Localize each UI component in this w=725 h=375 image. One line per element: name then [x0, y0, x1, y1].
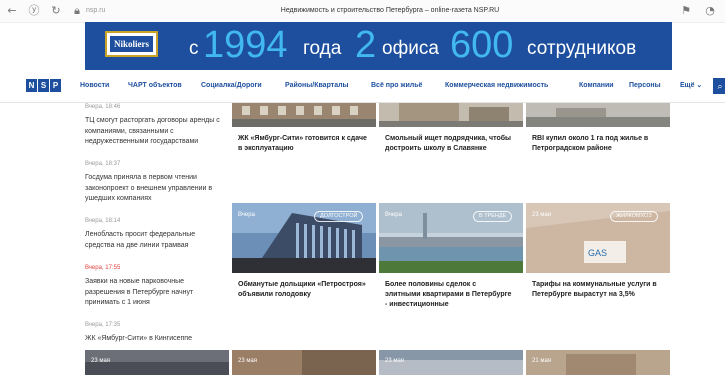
- banner-word-offices: офиса: [382, 38, 439, 59]
- news-card-image[interactable]: 21 мая: [526, 350, 670, 375]
- news-card[interactable]: ЖК «Ямбург-Сити» готовится к сдаче в экс…: [232, 103, 376, 198]
- card-title: Более половины сделок с элитными квартир…: [385, 281, 512, 308]
- card-tag[interactable]: ДОЛГОСТРОЙ: [314, 211, 364, 222]
- card-title: RBI купил около 1 га под жилье в Петрогр…: [532, 135, 649, 152]
- feed-time: Вчера, 18:37: [85, 161, 121, 167]
- feed-time: Вчера, 18:46: [85, 104, 121, 110]
- back-icon[interactable]: ←: [5, 4, 19, 18]
- feed-item[interactable]: Заявки на новые парковочные разрешения в…: [85, 277, 225, 309]
- news-card[interactable]: RBI купил около 1 га под жилье в Петрогр…: [526, 103, 670, 198]
- banner-word-employees: сотрудников: [527, 38, 637, 59]
- card-date: 21 мая: [532, 358, 552, 364]
- nav-item-companies[interactable]: Компании: [579, 80, 614, 92]
- reload-icon[interactable]: ↻: [49, 4, 63, 18]
- lock-icon: 🔒︎: [74, 4, 80, 17]
- search-button[interactable]: ⌕: [713, 78, 725, 94]
- card-date: 23 мая: [385, 358, 405, 364]
- banner-logo: Nikoliers: [105, 31, 158, 57]
- extensions-icon[interactable]: ◔: [703, 4, 717, 18]
- card-title: Тарифы на коммунальные услуги в Петербур…: [532, 281, 657, 298]
- bookmark-icon[interactable]: ⚑: [679, 4, 693, 18]
- card-date: 23 мая: [91, 358, 111, 364]
- browser-toolbar: ← ⓨ ↻ 🔒︎ nsp.ru Недвижимость и строитель…: [0, 0, 725, 23]
- news-card[interactable]: Вчера ДОЛГОСТРОЙ Обманутые дольщики «Пет…: [232, 203, 376, 343]
- search-icon: ⌕: [717, 81, 723, 91]
- nav-item-news[interactable]: Новости: [80, 80, 109, 92]
- news-card[interactable]: Смольный ищет подрядчика, чтобы достроит…: [379, 103, 523, 198]
- card-image: [526, 103, 670, 127]
- page-title: Недвижимость и строительство Петербурга …: [280, 7, 500, 14]
- news-card[interactable]: Вчера В ТРЕНДЕ Более половины сделок с э…: [379, 203, 523, 343]
- nav-item-housing[interactable]: Всё про жильё: [371, 80, 422, 92]
- chevron-down-icon: ⌄: [696, 82, 703, 89]
- feed-time: Вчера, 17:55: [85, 265, 121, 271]
- banner-num-1994: 1994: [203, 24, 288, 66]
- feed-item[interactable]: Госдума приняла в первом чтении законопр…: [85, 173, 225, 205]
- news-card[interactable]: GAS 23 мая ЖИЛКОМХОЗ Тарифы на коммуналь…: [526, 203, 670, 343]
- feed-item[interactable]: ТЦ смогут расторгать договоры аренды с к…: [85, 116, 225, 148]
- nav-item-more[interactable]: Ещё ⌄: [680, 80, 702, 92]
- banner-num-2: 2: [355, 24, 377, 66]
- nav-item-persons[interactable]: Персоны: [629, 80, 661, 92]
- feed-item[interactable]: ЖК «Ямбург-Сити» в Кингисеппе: [85, 334, 225, 345]
- feed-time: Вчера, 17:35: [85, 322, 121, 328]
- card-title: Смольный ищет подрядчика, чтобы достроит…: [385, 135, 512, 152]
- card-date: Вчера: [238, 212, 255, 218]
- banner-word-years: года: [303, 38, 342, 59]
- card-date: 23 мая: [238, 358, 258, 364]
- yandex-icon[interactable]: ⓨ: [27, 4, 41, 18]
- card-date: Вчера: [385, 212, 402, 218]
- ad-banner[interactable]: Nikoliers с 1994 года 2 офиса 600 сотруд…: [85, 22, 672, 70]
- news-card-image[interactable]: 23 мая: [232, 350, 376, 375]
- card-image: [232, 103, 376, 127]
- nav-item-social[interactable]: Социалка/Дороги: [201, 80, 262, 92]
- site-logo[interactable]: N S P: [26, 79, 61, 92]
- feed-item[interactable]: Ленобласть просит федеральные средства н…: [85, 230, 210, 251]
- address-bar[interactable]: nsp.ru: [86, 5, 136, 17]
- feed-time: Вчера, 18:14: [85, 218, 121, 224]
- gas-bill-icon: GAS: [588, 248, 607, 258]
- banner-text-prefix: с: [189, 38, 199, 59]
- main-nav: N S P Новости ЧАРТ объектов Социалка/Дор…: [0, 70, 725, 103]
- nav-item-commercial[interactable]: Коммерческая недвижимость: [445, 80, 548, 92]
- card-title: Обманутые дольщики «Петростроя» объявили…: [238, 281, 366, 298]
- nav-item-chart[interactable]: ЧАРТ объектов: [128, 80, 182, 92]
- news-card-image[interactable]: 23 мая: [85, 350, 229, 375]
- card-tag[interactable]: В ТРЕНДЕ: [473, 211, 513, 222]
- news-card-image[interactable]: 23 мая: [379, 350, 523, 375]
- card-tag[interactable]: ЖИЛКОМХОЗ: [610, 211, 658, 222]
- card-image: [379, 103, 523, 127]
- card-title: ЖК «Ямбург-Сити» готовится к сдаче в экс…: [238, 135, 367, 152]
- nav-item-districts[interactable]: Районы/Кварталы: [285, 80, 349, 92]
- banner-num-600: 600: [450, 24, 514, 66]
- card-date: 23 мая: [532, 212, 552, 218]
